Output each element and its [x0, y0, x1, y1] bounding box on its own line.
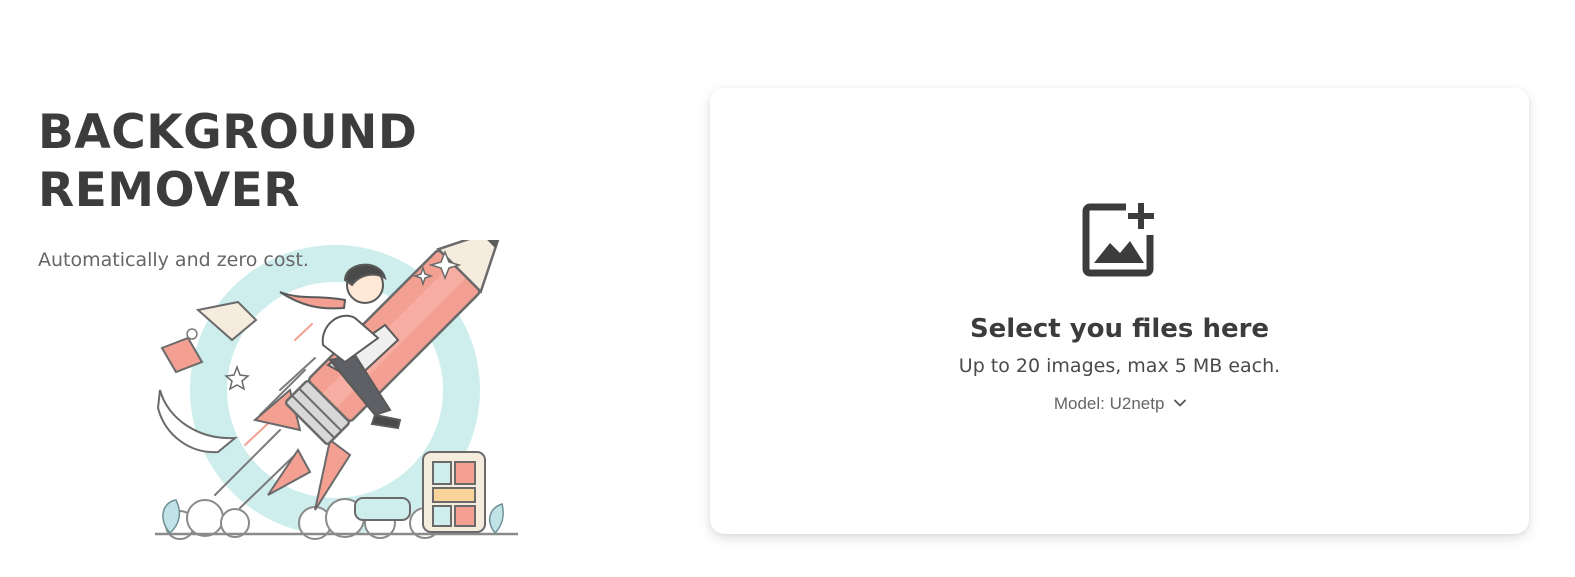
rocket-pencil-illustration — [155, 240, 518, 540]
model-select[interactable]: Model: U2netp — [1040, 394, 1200, 418]
page-subtitle: Automatically and zero cost. — [38, 249, 309, 271]
title-line-2: REMOVER — [38, 163, 300, 218]
page: BACKGROUND REMOVER Automatically and zer… — [0, 0, 1575, 577]
upload-limit-hint: Up to 20 images, max 5 MB each. — [958, 355, 1281, 377]
page-title: BACKGROUND REMOVER — [38, 104, 417, 220]
model-value: U2netp — [1109, 394, 1165, 413]
upload-title: Select you files here — [969, 314, 1270, 344]
upload-dropzone[interactable]: Select you files here Up to 20 images, m… — [710, 88, 1529, 534]
title-line-1: BACKGROUND — [38, 105, 418, 160]
chevron-down-icon — [1174, 399, 1187, 407]
add-image-icon — [1082, 203, 1154, 277]
model-label: Model: — [1053, 394, 1105, 413]
